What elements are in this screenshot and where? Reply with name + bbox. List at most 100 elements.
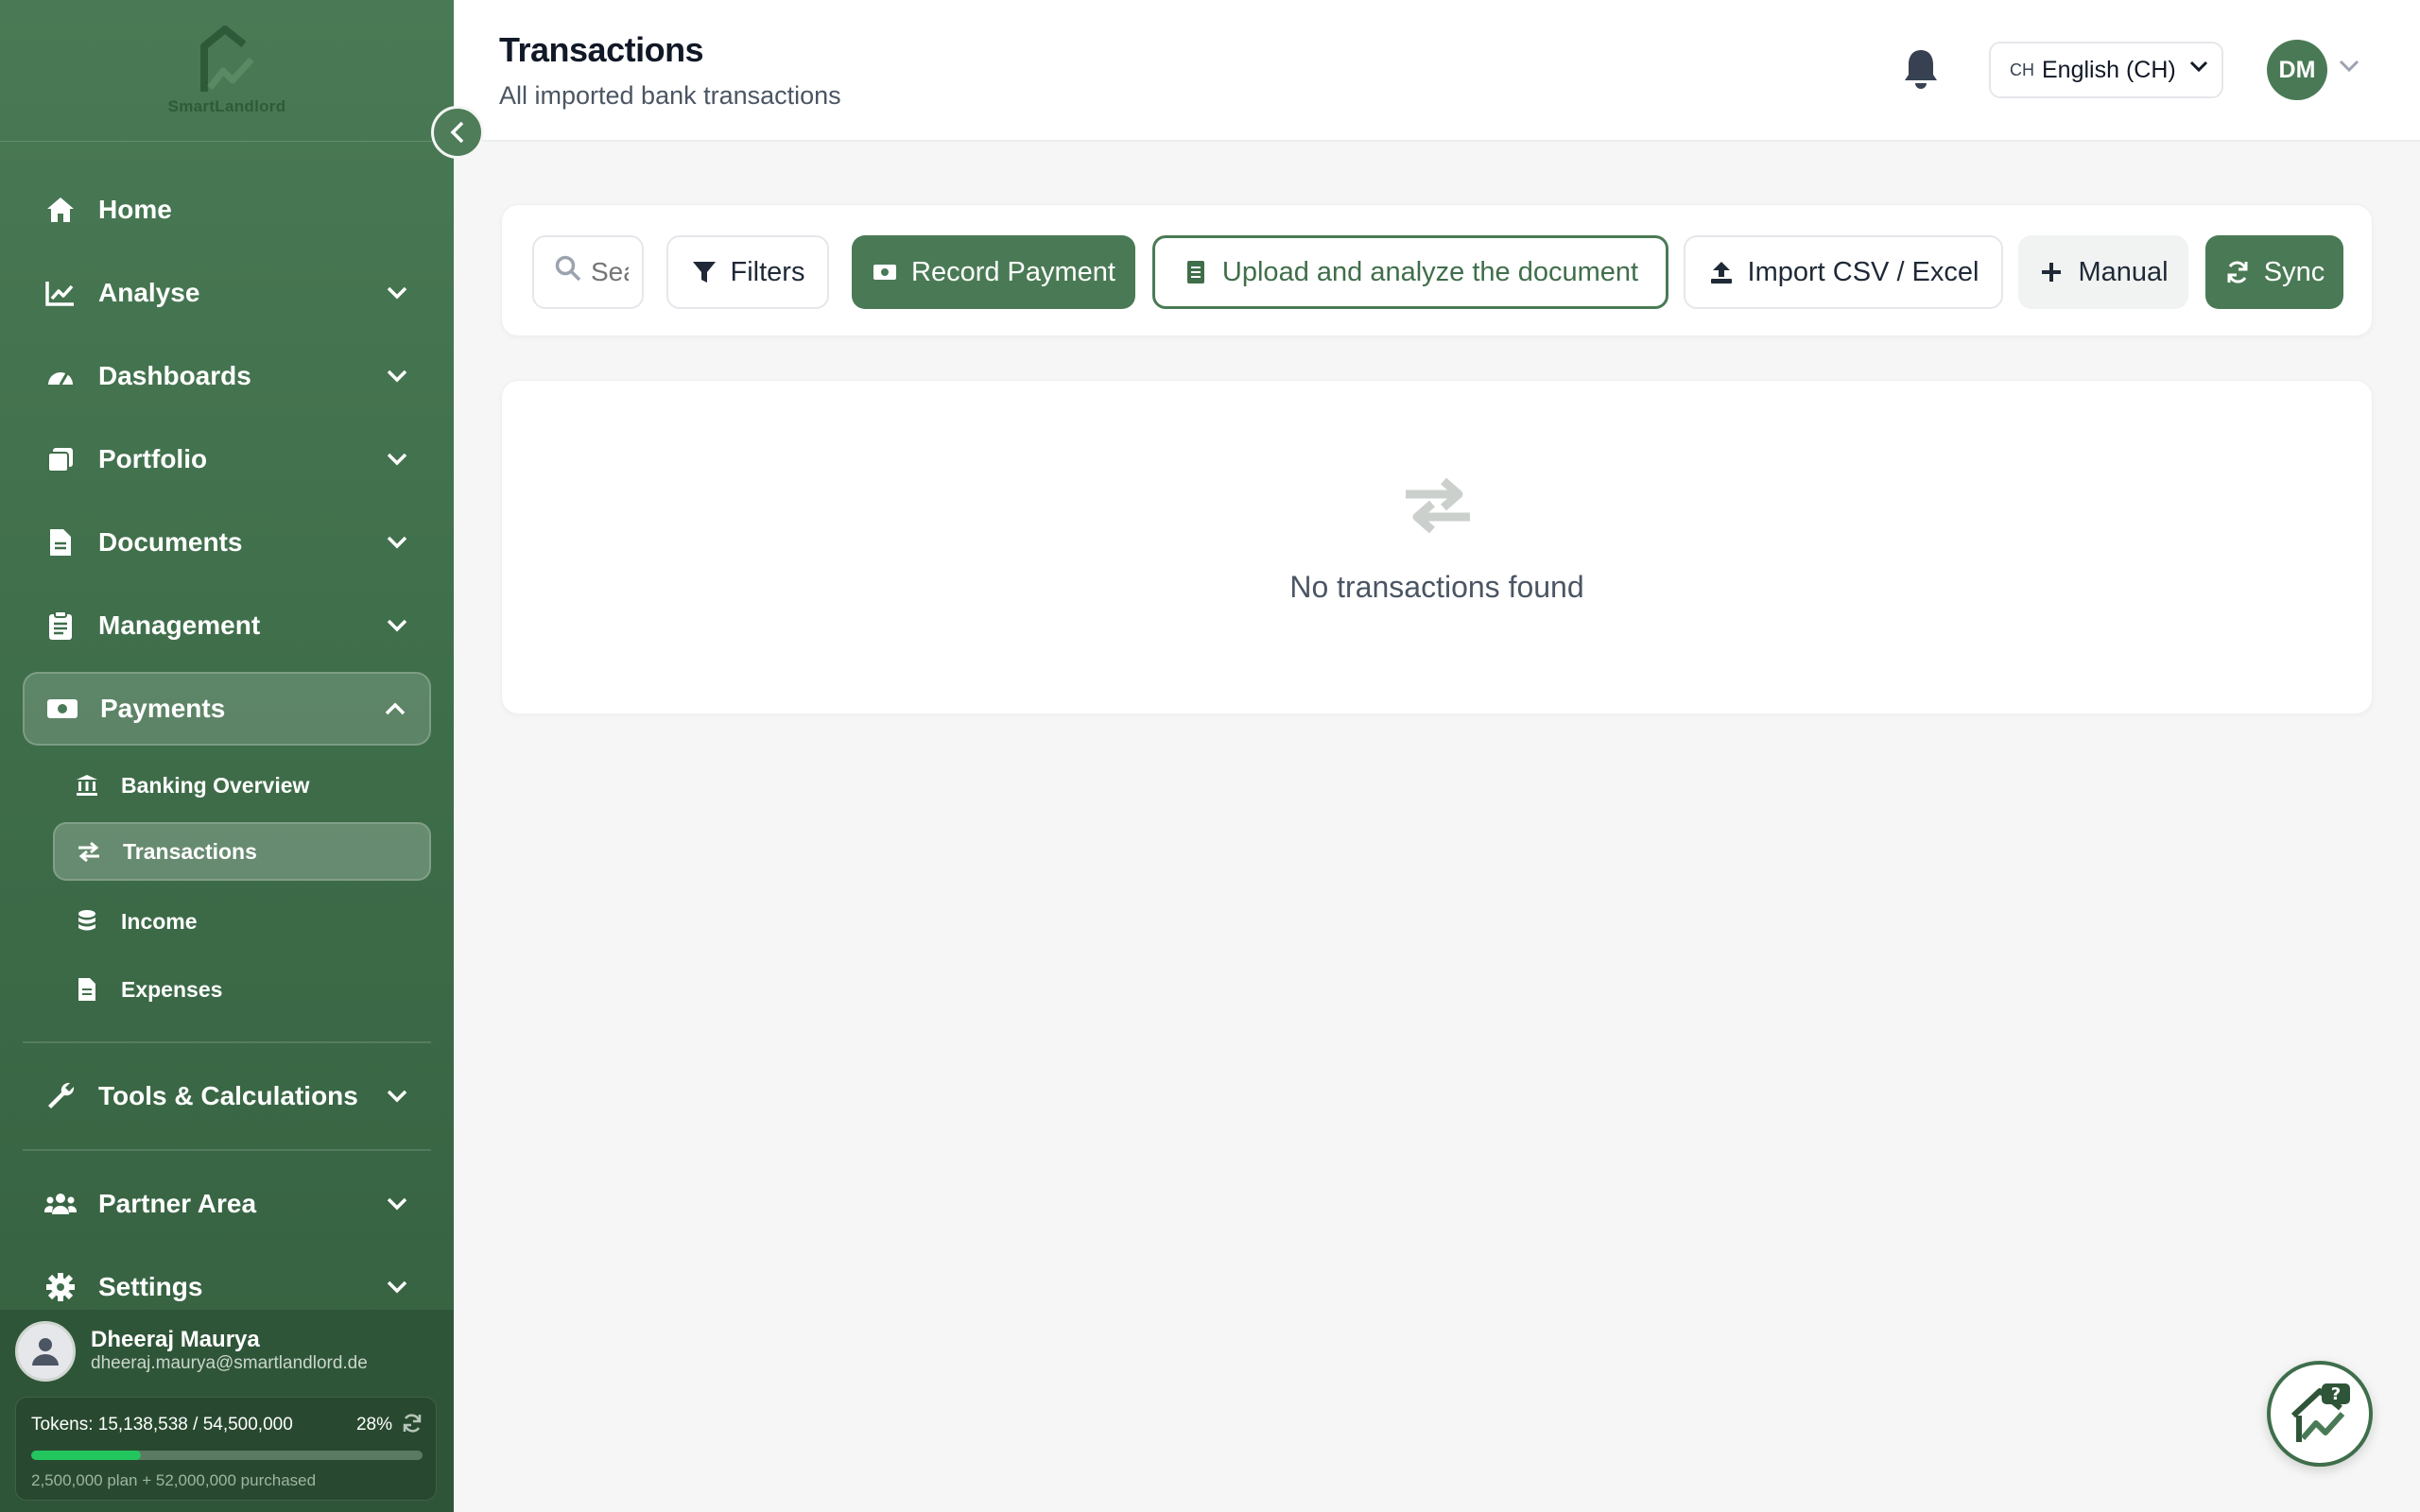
chevron-down-icon [380,276,414,310]
sidebar-item-label: Tools & Calculations [98,1081,358,1110]
sidebar-subitem-banking-overview[interactable]: Banking Overview [53,756,431,815]
notifications-button[interactable] [1902,47,1944,93]
chevron-up-icon [378,692,412,726]
chevron-down-icon [380,359,414,393]
empty-state-message: No transactions found [1289,570,1584,604]
bell-icon [1905,50,1937,89]
sidebar-item-label: Documents [98,527,243,557]
sidebar-subitem-transactions[interactable]: Transactions [53,822,431,881]
user-name: Dheeraj Maurya [91,1327,260,1352]
sidebar-item-label: Home [98,195,172,224]
search-icon [555,255,581,289]
sidebar-divider [23,1149,431,1151]
language-code: CH [2010,60,2034,79]
chevron-down-icon [380,525,414,559]
sidebar: SmartLandlord Home Analyse Dashboards Po… [0,0,454,1512]
sidebar-item-label: Dashboards [98,361,251,390]
user-menu-button[interactable]: DM [2267,40,2371,100]
sidebar-item-portfolio[interactable]: Portfolio [23,422,431,496]
sidebar-item-analyse[interactable]: Analyse [23,256,431,330]
import-csv-button[interactable]: Import CSV / Excel [1684,235,2003,309]
language-label: English (CH) [2042,56,2176,83]
wrench-icon [43,1079,78,1113]
sidebar-item-label: Payments [100,694,226,723]
manual-entry-button[interactable]: Manual [2018,235,2188,309]
logo[interactable]: SmartLandlord [0,0,454,142]
coins-icon [74,908,100,935]
search-input[interactable] [591,257,629,287]
sidebar-item-label: Analyse [98,278,200,307]
search-field[interactable] [532,235,644,309]
assistant-help-button[interactable]: ? [2267,1361,2373,1467]
record-payment-button[interactable]: Record Payment [852,235,1135,309]
sidebar-subitem-label: Transactions [123,838,257,864]
transactions-toolbar: Filters Record Payment Upload and analyz… [501,204,2373,336]
gauge-icon [43,359,78,393]
manual-entry-label: Manual [2078,256,2169,287]
gear-icon [43,1270,78,1304]
chevron-down-icon [380,442,414,476]
user-icon [32,1338,59,1366]
sidebar-item-documents[interactable]: Documents [23,506,431,579]
chevron-down-icon [2339,60,2360,80]
token-progress-bar [31,1451,423,1460]
money-bill-icon [45,692,79,726]
clipboard-icon [43,609,78,643]
import-csv-label: Import CSV / Excel [1747,256,1979,287]
filter-icon [691,259,717,285]
chevron-down-icon [380,1079,414,1113]
token-progress-fill [31,1451,141,1460]
sidebar-subitem-income[interactable]: Income [53,892,431,951]
upload-analyze-label: Upload and analyze the document [1221,256,1639,287]
sidebar-item-dashboards[interactable]: Dashboards [23,339,431,413]
sync-icon [2224,259,2251,285]
page-title: Transactions [499,30,704,69]
token-usage-percent: 28% [355,1415,392,1435]
user-avatar-initials: DM [2267,40,2327,100]
money-bill-icon [872,259,898,285]
filters-button[interactable]: Filters [666,235,829,309]
sidebar-subitem-label: Expenses [121,976,223,1002]
sidebar-item-partner-area[interactable]: Partner Area [23,1167,431,1241]
upload-analyze-button[interactable]: Upload and analyze the document [1152,235,1668,309]
sidebar-item-tools[interactable]: Tools & Calculations [23,1059,431,1133]
chart-line-icon [43,276,78,310]
sidebar-item-payments[interactable]: Payments [23,672,431,746]
page-header: Transactions All imported bank transacti… [454,0,2420,142]
users-icon [43,1187,78,1221]
sidebar-item-label: Management [98,610,261,640]
logo-icon [200,25,254,92]
chevron-left-icon [450,121,464,144]
page-subtitle: All imported bank transactions [499,81,841,110]
sidebar-subitem-expenses[interactable]: Expenses [53,960,431,1019]
document-icon [1183,259,1209,285]
sync-button[interactable]: Sync [2205,235,2343,309]
svg-text:?: ? [2331,1384,2341,1404]
sidebar-collapse-button[interactable] [431,106,484,159]
sync-label: Sync [2263,256,2325,287]
bank-icon [74,772,100,799]
logo-text: SmartLandlord [167,96,286,115]
sidebar-item-management[interactable]: Management [23,589,431,662]
filters-button-label: Filters [730,256,805,287]
sidebar-item-home[interactable]: Home [23,173,431,247]
token-usage-text: Tokens: 15,138,538 / 54,500,000 [31,1415,293,1435]
exchange-icon [76,838,102,865]
exchange-icon [1400,475,1476,536]
sidebar-subitem-label: Banking Overview [121,772,310,798]
record-payment-label: Record Payment [911,256,1115,287]
upload-icon [1708,259,1735,285]
sidebar-item-label: Settings [98,1272,203,1301]
transactions-empty-state: No transactions found [501,380,2373,714]
language-select[interactable]: CH English (CH) [1989,42,2223,98]
user-email: dheeraj.maurya@smartlandlord.de [91,1353,368,1373]
sidebar-divider [23,1041,431,1043]
sidebar-subitem-label: Income [121,908,198,934]
copy-icon [43,442,78,476]
chevron-down-icon [380,1270,414,1304]
refresh-icon[interactable] [402,1413,424,1435]
avatar[interactable] [15,1321,76,1382]
house-chat-icon: ? [2290,1383,2350,1442]
plus-icon [2038,259,2065,285]
chevron-down-icon [2189,60,2208,79]
